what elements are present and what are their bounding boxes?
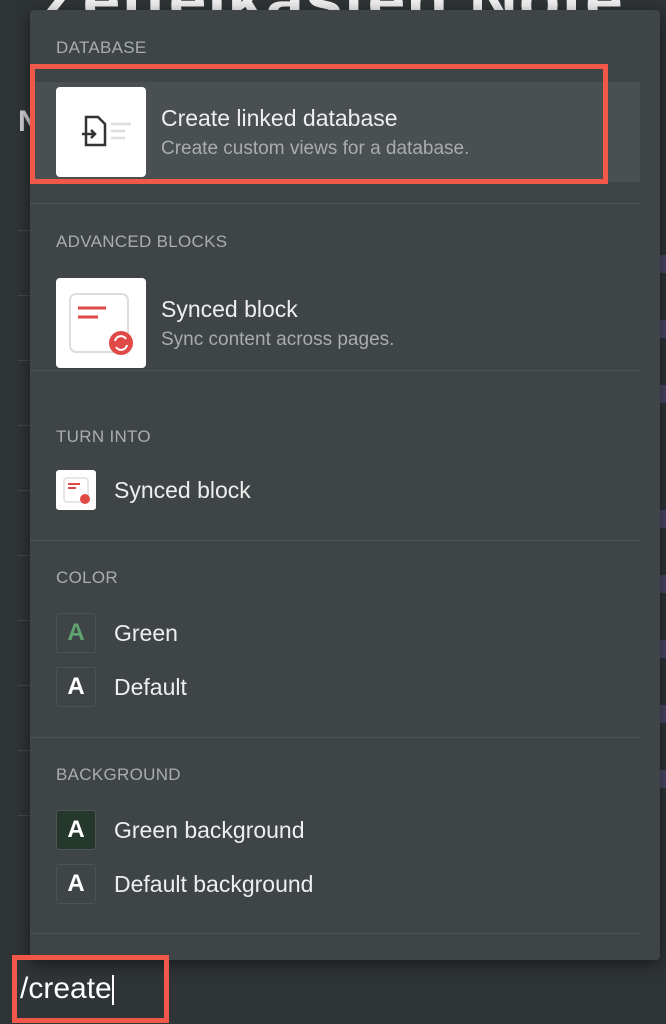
section-header: BACKGROUND (56, 765, 181, 784)
item-title: Green background (114, 816, 305, 843)
item-title: Green (114, 619, 178, 646)
divider (30, 737, 640, 738)
tag (660, 510, 666, 528)
item-description: Sync content across pages. (161, 328, 395, 350)
synced-block-icon (56, 278, 146, 368)
item-title: Synced block (114, 476, 251, 503)
tag (660, 770, 666, 788)
item-title: Default (114, 673, 187, 700)
divider (30, 370, 640, 371)
tag (660, 705, 666, 723)
tag (660, 575, 666, 593)
item-title: Default background (114, 870, 314, 897)
divider (30, 540, 640, 541)
menu-item-turn-into-synced-block[interactable]: Synced block (30, 470, 640, 510)
divider (30, 933, 640, 934)
menu-item-green-background[interactable]: A Green background (30, 810, 640, 850)
tag (660, 640, 666, 658)
synced-block-icon (56, 470, 96, 510)
tag (660, 320, 666, 338)
section-header: COLOR (56, 568, 118, 587)
input-annotation (12, 955, 169, 1023)
text-color-icon: A (56, 613, 96, 653)
menu-item-green[interactable]: A Green (30, 613, 640, 653)
menu-item-synced-block[interactable]: Synced block Sync content across pages. (30, 278, 640, 368)
tag (660, 385, 666, 403)
section-header: TURN INTO (56, 427, 151, 446)
menu-item-default[interactable]: A Default (30, 667, 640, 707)
menu-item-default-background[interactable]: A Default background (30, 864, 640, 904)
divider (30, 203, 640, 204)
item-title: Synced block (161, 295, 298, 322)
background-color-icon: A (56, 810, 96, 850)
background-color-icon: A (56, 864, 96, 904)
text-color-icon: A (56, 667, 96, 707)
tag (660, 255, 666, 273)
highlight-annotation (30, 64, 608, 184)
section-header: ADVANCED BLOCKS (56, 232, 228, 251)
section-header: DATABASE (56, 38, 147, 57)
